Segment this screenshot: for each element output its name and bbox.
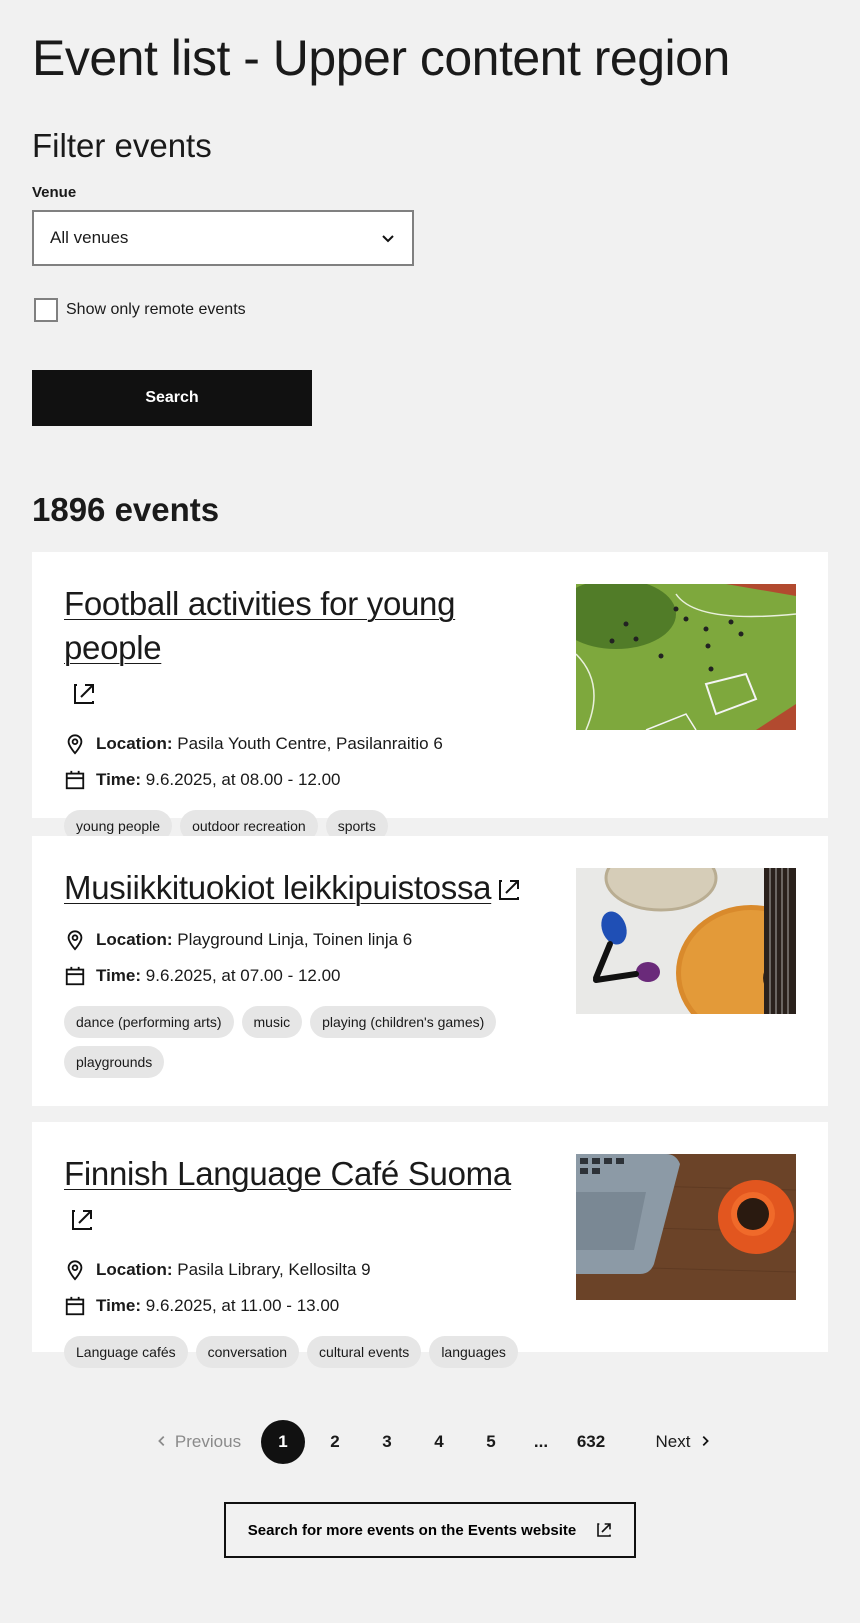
location-pin-icon bbox=[67, 1260, 83, 1281]
event-tag[interactable]: dance (performing arts) bbox=[64, 1006, 234, 1038]
calendar-icon bbox=[65, 1296, 85, 1316]
chevron-left-icon bbox=[158, 1436, 165, 1446]
event-tags: Language cafés conversation cultural eve… bbox=[64, 1336, 534, 1368]
event-title: Musiikkituokiot leikkipuistossa bbox=[64, 869, 492, 906]
event-title-link[interactable]: Musiikkituokiot leikkipuistossa bbox=[64, 866, 534, 910]
remote-events-checkbox[interactable] bbox=[34, 298, 58, 322]
venue-select-value: All venues bbox=[50, 228, 129, 247]
location-pin-icon bbox=[67, 734, 83, 755]
chevron-down-icon bbox=[382, 235, 394, 243]
event-location-text: Pasila Library, Kellosilta 9 bbox=[177, 1260, 371, 1279]
calendar-icon bbox=[65, 770, 85, 790]
event-time: Time: 9.6.2025, at 07.00 - 12.00 bbox=[64, 964, 534, 988]
event-image-music bbox=[576, 868, 796, 1014]
more-events-label: Search for more events on the Events web… bbox=[247, 1521, 577, 1539]
event-time-text: 9.6.2025, at 08.00 - 12.00 bbox=[145, 770, 341, 789]
event-title: Football activities for young people bbox=[64, 585, 456, 666]
pagination-page-4[interactable]: 4 bbox=[417, 1420, 461, 1464]
event-location: Location: Playground Linja, Toinen linja… bbox=[64, 928, 534, 952]
event-time: Time: 9.6.2025, at 08.00 - 12.00 bbox=[64, 768, 534, 792]
event-card: Musiikkituokiot leikkipuistossa Location… bbox=[32, 836, 828, 1106]
event-tag[interactable]: conversation bbox=[195, 1336, 300, 1368]
pagination-page-last[interactable]: 632 bbox=[571, 1420, 611, 1464]
filter-title: Filter events bbox=[32, 127, 212, 164]
external-link-icon bbox=[597, 1523, 612, 1537]
event-tags: dance (performing arts) music playing (c… bbox=[64, 1006, 534, 1078]
more-events-button[interactable]: Search for more events on the Events web… bbox=[224, 1502, 636, 1558]
page-title: Event list - Upper content region bbox=[32, 30, 730, 86]
event-card: Finnish Language Café Suoma Location: Pa… bbox=[32, 1122, 828, 1368]
event-time-text: 9.6.2025, at 07.00 - 12.00 bbox=[145, 966, 341, 985]
event-location-text: Playground Linja, Toinen linja 6 bbox=[177, 930, 413, 949]
event-tag[interactable]: playgrounds bbox=[64, 1046, 165, 1078]
event-title-link[interactable]: Football activities for young people bbox=[64, 582, 534, 714]
pagination: Previous 1 2 3 4 5 ... 632 Next bbox=[0, 1420, 860, 1464]
event-card: Football activities for young people Loc… bbox=[32, 552, 828, 842]
event-title: Finnish Language Café Suoma bbox=[64, 1155, 511, 1192]
external-link-icon bbox=[499, 880, 520, 901]
remote-events-label: Show only remote events bbox=[66, 301, 246, 318]
pagination-ellipsis: ... bbox=[533, 1432, 549, 1451]
chevron-right-icon bbox=[703, 1436, 710, 1446]
events-count: 1896 events bbox=[32, 491, 220, 528]
pagination-next[interactable]: Next bbox=[652, 1420, 716, 1464]
pagination-page-1[interactable]: 1 bbox=[261, 1420, 305, 1464]
external-link-icon bbox=[74, 684, 94, 705]
pagination-previous[interactable]: Previous bbox=[148, 1420, 248, 1464]
event-time-text: 9.6.2025, at 11.00 - 13.00 bbox=[145, 1296, 340, 1315]
calendar-icon bbox=[65, 966, 85, 986]
pagination-page-2[interactable]: 2 bbox=[313, 1420, 357, 1464]
venue-label: Venue bbox=[32, 184, 77, 201]
pagination-page-5[interactable]: 5 bbox=[469, 1420, 513, 1464]
remote-events-row[interactable]: Show only remote events bbox=[34, 298, 246, 322]
event-location: Location: Pasila Library, Kellosilta 9 bbox=[64, 1258, 534, 1282]
event-tag[interactable]: cultural events bbox=[307, 1336, 422, 1368]
event-title-link[interactable]: Finnish Language Café Suoma bbox=[64, 1152, 534, 1240]
location-pin-icon bbox=[67, 930, 83, 951]
event-image-football bbox=[576, 584, 796, 730]
event-location-text: Pasila Youth Centre, Pasilanraitio 6 bbox=[177, 734, 443, 753]
event-location: Location: Pasila Youth Centre, Pasilanra… bbox=[64, 732, 534, 756]
search-button[interactable]: Search bbox=[32, 370, 312, 426]
external-link-icon bbox=[72, 1210, 92, 1231]
event-tag[interactable]: Language cafés bbox=[64, 1336, 188, 1368]
event-tag[interactable]: playing (children's games) bbox=[310, 1006, 497, 1038]
event-tag[interactable]: languages bbox=[429, 1336, 518, 1368]
event-time: Time: 9.6.2025, at 11.00 - 13.00 bbox=[64, 1294, 534, 1318]
event-tag[interactable]: music bbox=[241, 1006, 303, 1038]
pagination-page-3[interactable]: 3 bbox=[365, 1420, 409, 1464]
event-image-coffee bbox=[576, 1154, 796, 1300]
venue-select[interactable]: All venues bbox=[32, 210, 414, 266]
